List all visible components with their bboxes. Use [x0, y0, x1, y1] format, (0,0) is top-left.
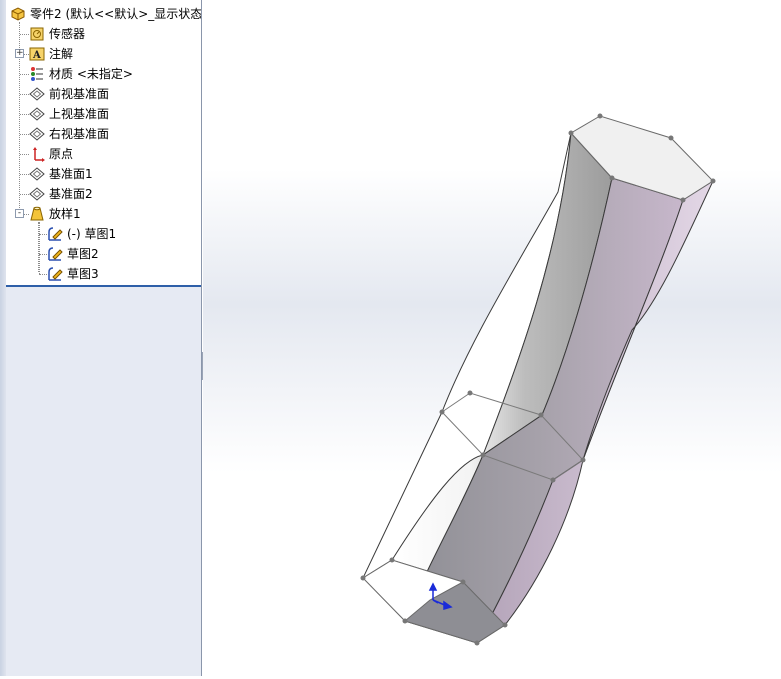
tree-root-part[interactable]: 零件2 (默认<<默认>_显示状态 — [10, 4, 202, 24]
tree-connector-branch — [20, 74, 29, 75]
tree-root-label: 零件2 (默认<<默认>_显示状态 — [30, 7, 202, 21]
tree-connector-branch — [20, 134, 29, 135]
plane-icon — [29, 166, 45, 182]
tree-item-8-label: 基准面2 — [49, 187, 93, 201]
sketch-icon — [47, 266, 63, 282]
tree-connector-branch — [20, 154, 29, 155]
sketch-icon — [47, 246, 63, 262]
tree-connector-branch — [39, 274, 47, 275]
tree-child-2[interactable]: 草图3 — [47, 264, 99, 284]
plane-icon — [29, 126, 45, 142]
tree-connector-branch — [20, 94, 29, 95]
annotation-icon: A — [29, 46, 45, 62]
tree-item-4-label: 上视基准面 — [49, 107, 110, 121]
tree-child-0[interactable]: (-) 草图1 — [47, 224, 116, 244]
loft-model[interactable] — [203, 0, 781, 676]
collapse-toggle[interactable]: - — [15, 209, 24, 218]
tree-child-1-label: 草图2 — [67, 247, 99, 261]
tree-item-5[interactable]: 右视基准面 — [29, 124, 109, 144]
tree-item-4[interactable]: 上视基准面 — [29, 104, 109, 124]
tree-child-2-label: 草图3 — [67, 267, 99, 281]
expand-toggle[interactable]: + — [15, 49, 24, 58]
feature-manager-tree: 零件2 (默认<<默认>_显示状态 传感器 A 注解 + 材质 <未指定> 前视基准面上视… — [0, 0, 202, 676]
tree-item-6[interactable]: 原点 — [29, 144, 73, 164]
tree-item-7[interactable]: 基准面1 — [29, 164, 93, 184]
tree-item-0[interactable]: 传感器 — [29, 24, 85, 44]
svg-text:A: A — [32, 50, 41, 61]
tree-item-8[interactable]: 基准面2 — [29, 184, 93, 204]
tree-item-9[interactable]: 放样1 — [29, 204, 81, 224]
plane-icon — [29, 86, 45, 102]
plane-icon — [29, 106, 45, 122]
tree-item-3[interactable]: 前视基准面 — [29, 84, 109, 104]
sensor-icon — [29, 26, 45, 42]
loft-icon — [29, 206, 45, 222]
tree-child-0-label: (-) 草图1 — [67, 227, 117, 241]
tree-item-0-label: 传感器 — [49, 27, 86, 41]
tree-connector-branch — [20, 194, 29, 195]
plane-icon — [29, 186, 45, 202]
material-icon — [29, 66, 45, 82]
tree-item-7-label: 基准面1 — [49, 167, 93, 181]
tree-connector-branch — [20, 34, 29, 35]
tree-item-3-label: 前视基准面 — [49, 87, 110, 101]
tree-child-1[interactable]: 草图2 — [47, 244, 99, 264]
tree-connector-branch — [39, 254, 47, 255]
tree-connector-branch — [20, 174, 29, 175]
tree-connector-branch — [20, 114, 29, 115]
tree-item-2[interactable]: 材质 <未指定> — [29, 64, 133, 84]
graphics-viewport[interactable] — [203, 0, 781, 676]
tree-connector-child — [39, 222, 40, 274]
sketch-icon — [47, 226, 63, 242]
tree-item-6-label: 原点 — [49, 147, 74, 161]
tree-item-2-label: 材质 <未指定> — [49, 67, 133, 81]
origin-icon — [29, 146, 45, 162]
part-icon — [10, 6, 26, 22]
tree-item-1-label: 注解 — [49, 47, 74, 61]
tree-separator — [6, 285, 201, 287]
tree-item-9-label: 放样1 — [49, 207, 81, 221]
tree-connector-branch — [39, 234, 47, 235]
tree-item-1[interactable]: A 注解 — [29, 44, 73, 64]
tree-item-5-label: 右视基准面 — [49, 127, 110, 141]
